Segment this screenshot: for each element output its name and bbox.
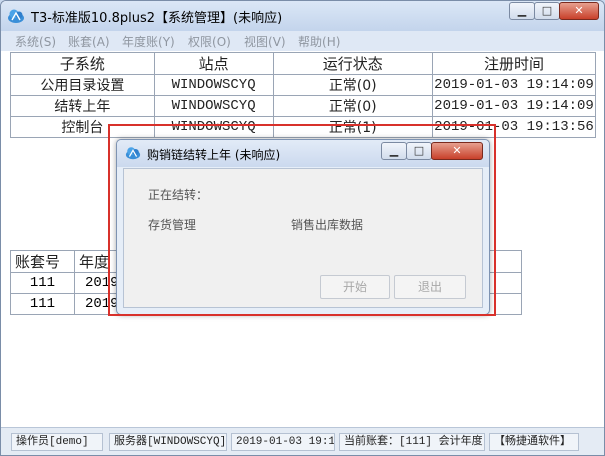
column-header[interactable]: 注册时间 xyxy=(431,52,597,75)
close-icon: ✕ xyxy=(574,4,584,17)
table-cell: 正常(0) xyxy=(272,95,433,117)
status-account: 当前账套：[111] 会计年度 xyxy=(339,433,485,451)
status-bar: 操作员[demo] 服务器[WINDOWSCYQ] 2019-01-03 19:… xyxy=(1,427,604,455)
table-row[interactable]: 公用目录设置 WINDOWSCYQ 正常(0) 2019-01-03 19:14… xyxy=(10,74,597,96)
menu-view[interactable]: 视图(V) xyxy=(244,33,286,50)
highlight-box xyxy=(108,124,496,316)
table-cell: 正常(0) xyxy=(272,74,433,96)
status-datetime: 2019-01-03 19:14 xyxy=(231,433,335,451)
column-header[interactable]: 站点 xyxy=(153,52,274,75)
column-header[interactable]: 账套号 xyxy=(10,250,75,273)
status-brand: 【畅捷通软件】 xyxy=(489,433,579,451)
menu-help[interactable]: 帮助(H) xyxy=(298,33,340,50)
menu-year-account[interactable]: 年度账(Y) xyxy=(122,33,175,50)
maximize-icon: □ xyxy=(541,4,553,17)
minimize-icon: ▁ xyxy=(517,4,527,17)
table-cell: 公用目录设置 xyxy=(10,74,155,96)
table-cell: 111 xyxy=(10,272,75,294)
table-cell: 结转上年 xyxy=(10,95,155,117)
menu-permission[interactable]: 权限(O) xyxy=(188,33,231,50)
maximize-button[interactable]: □ xyxy=(534,2,560,20)
window-title: T3-标准版10.8plus2【系统管理】(未响应) xyxy=(31,11,283,26)
minimize-button[interactable]: ▁ xyxy=(509,2,535,20)
menu-system[interactable]: 系统(S) xyxy=(15,33,56,50)
column-header[interactable]: 子系统 xyxy=(10,52,155,75)
status-server: 服务器[WINDOWSCYQ] xyxy=(109,433,227,451)
table-cell: WINDOWSCYQ xyxy=(153,74,274,96)
menu-bar: 系统(S) 账套(A) 年度账(Y) 权限(O) 视图(V) 帮助(H) xyxy=(1,31,604,51)
table-cell: WINDOWSCYQ xyxy=(153,95,274,117)
title-bar[interactable]: T3-标准版10.8plus2【系统管理】(未响应) ▁ □ ✕ xyxy=(1,1,604,31)
table-cell: 111 xyxy=(10,293,75,315)
app-cloud-icon xyxy=(8,9,24,23)
table-row[interactable]: 结转上年 WINDOWSCYQ 正常(0) 2019-01-03 19:14:0… xyxy=(10,95,597,117)
menu-account[interactable]: 账套(A) xyxy=(68,33,110,50)
close-button[interactable]: ✕ xyxy=(559,2,599,20)
status-operator: 操作员[demo] xyxy=(11,433,103,451)
table-header-row: 子系统 站点 运行状态 注册时间 xyxy=(10,52,597,75)
table-cell: 2019-01-03 19:14:09 xyxy=(431,74,597,96)
table-cell: 2019-01-03 19:14:09 xyxy=(431,95,597,117)
column-header[interactable]: 运行状态 xyxy=(272,52,433,75)
